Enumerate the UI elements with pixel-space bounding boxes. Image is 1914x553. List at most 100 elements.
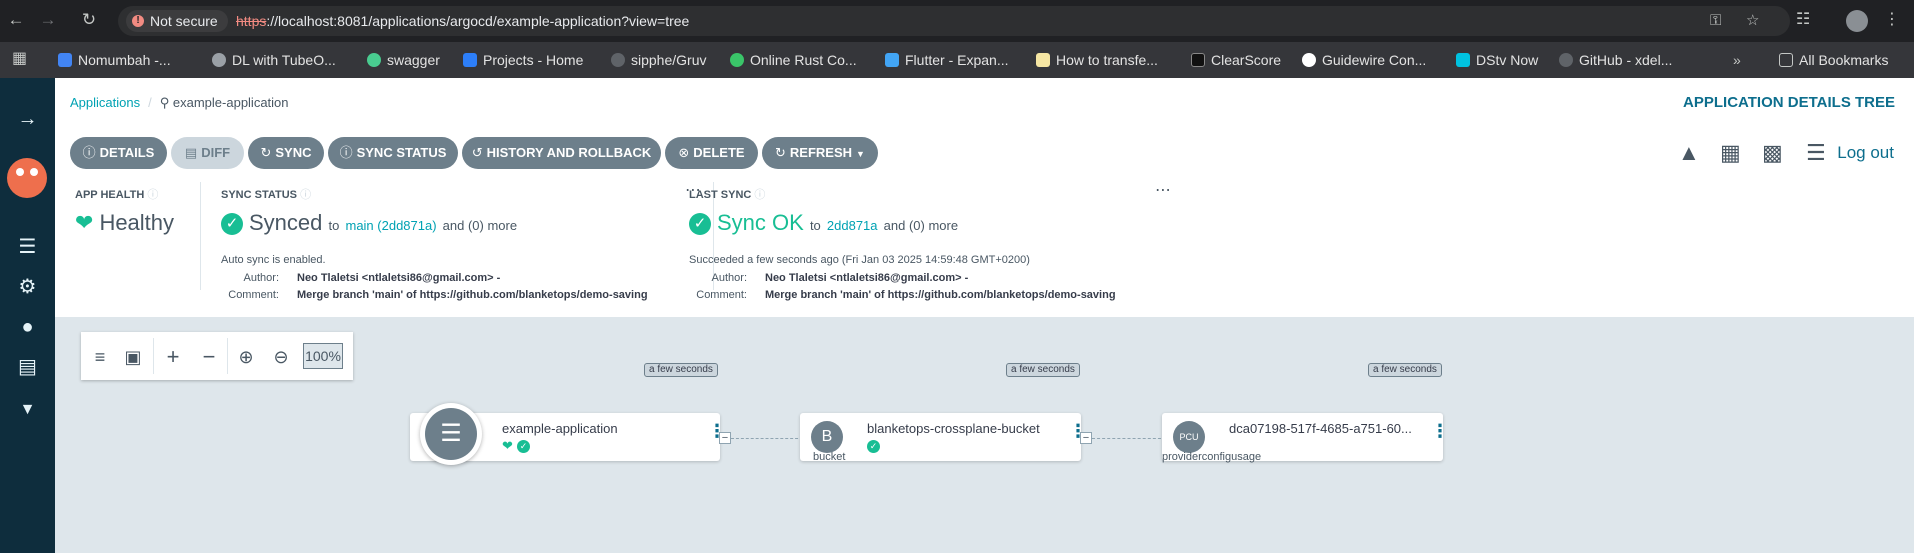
key-icon[interactable]: ⚿ xyxy=(1710,12,1721,30)
expand-all-icon[interactable]: + xyxy=(160,344,186,370)
bucket-kind-icon: B xyxy=(811,421,843,453)
revision-link[interactable]: main (2dd871a) xyxy=(345,218,436,233)
delete-button[interactable]: ⊗ DELETE xyxy=(665,137,758,169)
bookmark-item[interactable]: How to transfe... xyxy=(1036,50,1158,70)
collapse-all-icon[interactable]: − xyxy=(196,344,222,370)
comment-value: Merge branch 'main' of https://github.co… xyxy=(765,289,1116,301)
bookmark-item[interactable]: Nomumbah -... xyxy=(58,50,171,70)
bookmark-item[interactable]: GitHub - xdel... xyxy=(1559,50,1672,70)
bookmark-favicon xyxy=(212,53,226,67)
divider xyxy=(200,182,201,290)
caret-down-icon: ▼ xyxy=(856,149,865,159)
flutter-icon xyxy=(885,53,899,67)
applications-icon[interactable]: ☰ xyxy=(0,235,55,259)
sync-status-button[interactable]: ⓘ SYNC STATUS xyxy=(328,137,458,169)
pods-view-icon[interactable]: ▦ xyxy=(1720,140,1741,166)
bookmark-item[interactable]: DL with TubeO... xyxy=(212,50,336,70)
all-bookmarks-folder[interactable]: All Bookmarks xyxy=(1779,50,1888,70)
bookmark-item[interactable]: Online Rust Co... xyxy=(730,50,857,70)
breadcrumb-current[interactable]: example-application xyxy=(173,95,289,110)
more-options-icon[interactable]: ⋯ xyxy=(1155,183,1172,199)
bookmark-item[interactable]: Projects - Home xyxy=(463,50,583,70)
not-secure-badge[interactable]: ! Not secure xyxy=(126,10,228,32)
tree-view-icon[interactable]: ▲ xyxy=(1678,140,1700,166)
node-kind: bucket xyxy=(813,451,846,463)
comment-value: Merge branch 'main' of https://github.co… xyxy=(297,289,648,301)
graph-edge xyxy=(1092,438,1166,439)
bookmark-favicon xyxy=(58,53,72,67)
github-icon xyxy=(1559,53,1573,67)
user-info-icon[interactable]: ● xyxy=(0,315,55,339)
bookmark-favicon xyxy=(1191,53,1205,67)
bookmark-item[interactable]: swagger xyxy=(367,50,440,70)
reload-icon[interactable]: ↻ xyxy=(78,9,100,31)
extensions-icon[interactable]: ☷ xyxy=(1796,9,1810,31)
bookmark-favicon xyxy=(367,53,381,67)
application-node-icon-ring: ☰ xyxy=(420,403,482,465)
app-health-label: APP HEALTH ⓘ xyxy=(75,189,159,201)
bookmark-item[interactable]: Guidewire Con... xyxy=(1302,50,1426,70)
breadcrumb: Applications / ⚲ example-application xyxy=(70,95,289,111)
node-menu-icon[interactable]: ⋮ xyxy=(1069,422,1087,440)
last-sync-panel[interactable]: LAST SYNC ⓘ ⋯ ✓ Sync OK to 2dd871a and (0… xyxy=(689,182,1172,302)
check-circle-icon: ✓ xyxy=(517,440,530,453)
last-sync-label: LAST SYNC ⓘ xyxy=(689,189,766,201)
expand-sidebar-icon[interactable]: → xyxy=(0,107,55,131)
heart-icon: ❤ xyxy=(75,210,94,235)
align-left-icon[interactable]: ≡ xyxy=(87,344,113,370)
providerconfigusage-node[interactable]: PCU providerconfigusage dca07198-517f-46… xyxy=(1162,413,1449,463)
zoom-out-icon[interactable]: ⊖ xyxy=(268,344,294,370)
pcu-kind-icon: PCU xyxy=(1173,421,1205,453)
details-button[interactable]: ⓘ DETAILS xyxy=(70,137,167,169)
info-icon xyxy=(1302,53,1316,67)
breadcrumb-applications-link[interactable]: Applications xyxy=(70,95,140,110)
revision-link[interactable]: 2dd871a xyxy=(827,218,878,233)
bookmark-item[interactable]: sipphe/Gruv xyxy=(611,50,706,70)
sync-button[interactable]: ↻ SYNC xyxy=(248,137,324,169)
browser-toolbar: ← → ↻ ! Not secure https://localhost:808… xyxy=(0,0,1914,42)
bookmark-favicon xyxy=(730,53,744,67)
bookmark-item[interactable]: Flutter - Expan... xyxy=(885,50,1008,70)
node-menu-icon[interactable]: ⋮ xyxy=(708,422,726,440)
fit-to-screen-icon[interactable]: ▣ xyxy=(120,344,146,370)
sync-icon: ↻ xyxy=(260,145,272,160)
layers-icon: ☰ xyxy=(425,408,477,460)
apps-grid-icon[interactable]: ▦ xyxy=(12,51,28,67)
logout-link[interactable]: Log out xyxy=(1837,143,1894,163)
history-rollback-button[interactable]: ↺ HISTORY AND ROLLBACK xyxy=(462,137,661,169)
history-icon: ↺ xyxy=(471,145,483,160)
resource-tree-graph[interactable]: ≡ ▣ + − ⊕ ⊖ 100% example-application ❤ ✓… xyxy=(55,317,1914,553)
address-bar[interactable]: ! Not secure https://localhost:8081/appl… xyxy=(118,6,1790,36)
more-bookmarks-icon[interactable]: » xyxy=(1733,50,1741,70)
graph-controls: ≡ ▣ + − ⊕ ⊖ 100% xyxy=(81,332,353,380)
collapse-node-icon[interactable]: − xyxy=(719,432,731,444)
zoom-level[interactable]: 100% xyxy=(303,343,343,369)
more-menu-icon[interactable]: ⋮ xyxy=(1884,9,1900,31)
bookmark-item[interactable]: DStv Now xyxy=(1456,50,1538,70)
node-menu-icon[interactable]: ⋮ xyxy=(1431,422,1449,440)
sync-status-panel[interactable]: SYNC STATUS ⓘ ⋯ ✓ Synced to main (2dd871a… xyxy=(221,182,705,302)
star-icon[interactable]: ☆ xyxy=(1746,12,1759,30)
zoom-in-icon[interactable]: ⊕ xyxy=(233,344,259,370)
collapse-node-icon[interactable]: − xyxy=(1080,432,1092,444)
node-name: blanketops-crossplane-bucket xyxy=(867,421,1040,436)
divider xyxy=(227,338,228,374)
list-view-icon[interactable]: ☰ xyxy=(1806,140,1826,166)
bucket-node[interactable]: B bucket blanketops-crossplane-bucket ✓ … xyxy=(800,413,1087,463)
network-view-icon[interactable]: ▩ xyxy=(1762,140,1783,166)
back-arrow-icon[interactable]: ← xyxy=(5,9,27,31)
avatar[interactable] xyxy=(1846,10,1868,32)
refresh-button[interactable]: ↻ REFRESH ▼ xyxy=(762,137,878,169)
forward-arrow-icon[interactable]: → xyxy=(37,9,59,31)
url-text[interactable]: https://localhost:8081/applications/argo… xyxy=(236,12,689,30)
filter-icon[interactable]: ▼ xyxy=(0,398,55,422)
refresh-icon: ↻ xyxy=(775,145,786,160)
app-health-panel[interactable]: APP HEALTH ⓘ ❤ Healthy xyxy=(75,182,195,302)
heart-icon: ❤ xyxy=(502,438,513,453)
diff-button[interactable]: ▤ DIFF xyxy=(171,137,244,169)
documentation-icon[interactable]: ▤ xyxy=(0,355,55,379)
node-name: dca07198-517f-4685-a751-60... xyxy=(1229,421,1412,436)
settings-icon[interactable]: ⚙ xyxy=(0,275,55,299)
argo-logo[interactable] xyxy=(7,158,47,198)
bookmark-item[interactable]: ClearScore xyxy=(1191,50,1281,70)
